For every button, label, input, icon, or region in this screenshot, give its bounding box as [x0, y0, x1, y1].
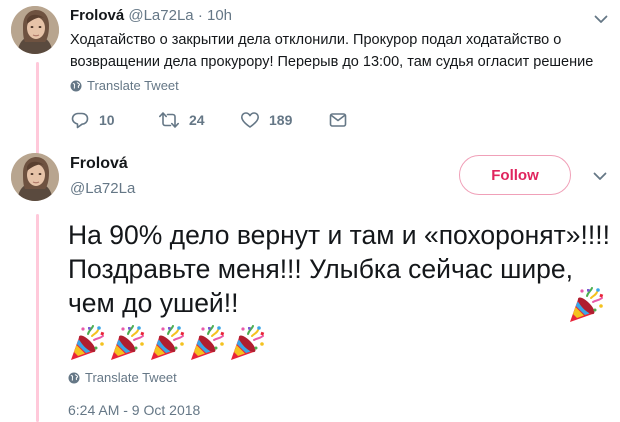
display-name[interactable]: Frolová — [70, 7, 124, 24]
tweet-text: На 90% дело вернут и там и «похоронят»!!… — [68, 220, 610, 318]
retweet-count: 24 — [189, 112, 205, 128]
chevron-down-icon[interactable] — [592, 10, 610, 28]
tweet-text: Ходатайство о закрытии дела отклонили. П… — [70, 32, 594, 70]
avatar[interactable] — [11, 153, 59, 201]
separator: · — [197, 7, 203, 24]
handle[interactable]: @La72La — [128, 7, 193, 24]
party-popper-icon — [567, 286, 605, 324]
globe-icon — [70, 80, 82, 92]
emoji-row — [68, 324, 266, 362]
tweet-header: Frolová @La72La · 10h — [70, 7, 232, 25]
party-popper-icon — [68, 324, 106, 362]
translate-tweet-link[interactable]: Translate Tweet — [70, 78, 179, 93]
party-popper-icon — [108, 324, 146, 362]
translate-tweet-link[interactable]: Translate Tweet — [68, 370, 177, 385]
party-popper-icon — [188, 324, 226, 362]
translate-label: Translate Tweet — [87, 78, 179, 93]
party-popper-icon — [228, 324, 266, 362]
party-popper-icon — [148, 324, 186, 362]
display-name[interactable]: Frolová — [70, 154, 128, 174]
like-icon — [240, 110, 260, 130]
tweet[interactable]: Frolová @La72La Follow На 90% дело верну… — [0, 150, 620, 422]
time-ago[interactable]: 10h — [207, 7, 232, 24]
like-button[interactable]: 189 — [240, 110, 292, 130]
reply-button[interactable]: 10 — [70, 110, 115, 130]
direct-message-icon — [328, 110, 348, 130]
retweet-icon — [158, 110, 180, 130]
translate-label: Translate Tweet — [85, 370, 177, 385]
follow-button[interactable]: Follow — [459, 155, 571, 195]
reply-icon — [70, 110, 90, 130]
handle[interactable]: @La72La — [70, 179, 135, 199]
avatar[interactable] — [11, 6, 59, 54]
reply-count: 10 — [99, 112, 115, 128]
retweet-button[interactable]: 24 — [158, 110, 205, 130]
direct-message-button[interactable] — [328, 110, 348, 130]
chevron-down-icon[interactable] — [591, 167, 609, 185]
tweet[interactable]: Frolová @La72La · 10h Ходатайство о закр… — [0, 0, 620, 150]
globe-icon — [68, 372, 80, 384]
like-count: 189 — [269, 112, 293, 128]
timestamp[interactable]: 6:24 AM - 9 Oct 2018 — [68, 402, 200, 418]
